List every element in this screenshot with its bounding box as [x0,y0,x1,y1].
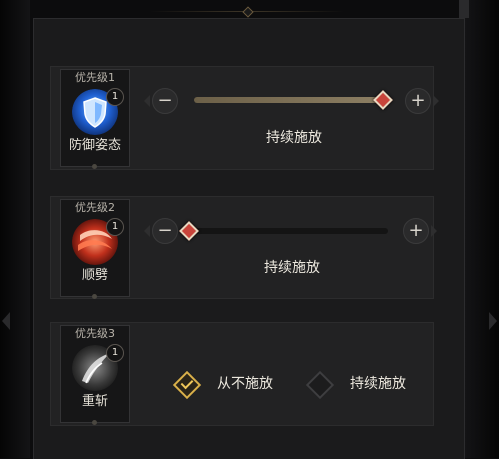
skill-level-badge: 1 [106,218,124,236]
minus-icon: − [157,220,173,241]
skill-name: 防御姿态 [68,138,121,153]
scroll-left-arrow-icon[interactable] [2,312,10,330]
priority-label: 优先级1 [75,71,115,84]
decrease-button[interactable]: − [144,218,178,244]
skill-slot-1[interactable]: 优先级1 1 防御姿态 [60,69,130,169]
slot-dot [92,164,97,169]
minus-icon: − [157,90,173,111]
always-cast-label: 持续施放 [350,376,406,392]
priority-label: 优先级2 [75,201,115,214]
checkmark-icon [180,376,194,390]
right-arrow-icon [431,225,437,237]
decrease-button[interactable]: − [144,88,178,114]
skill-level-badge: 1 [106,88,124,106]
skill-slot-3[interactable]: 优先级3 1 重斩 [60,325,130,425]
left-arrow-icon [144,95,150,107]
cast-slider-1[interactable] [194,90,393,110]
skill-name: 顺劈 [81,268,108,283]
never-cast-label: 从不施放 [217,376,273,392]
increase-button[interactable]: + [405,88,439,114]
skill-slot-2[interactable]: 优先级2 1 顺劈 [60,199,130,299]
plus-icon: + [408,220,424,241]
increase-button[interactable]: + [403,218,437,244]
slider-fill [194,97,390,103]
slot-dot [92,294,97,299]
right-arrow-icon [433,95,439,107]
cast-slider-2[interactable] [179,221,388,241]
plus-icon: + [410,90,426,111]
skill-name: 重斩 [81,394,108,409]
priority-label: 优先级3 [75,327,115,340]
scrollbar-thumb[interactable] [459,0,469,18]
background-left [0,0,30,458]
diamond-ornament-icon [242,6,254,18]
left-arrow-icon [144,225,150,237]
cast-mode-label: 持续施放 [264,260,320,276]
scroll-right-arrow-icon[interactable] [489,312,497,330]
slot-dot [92,420,97,425]
skill-level-badge: 1 [106,344,124,362]
cast-mode-label: 持续施放 [266,130,322,146]
background-right [464,0,499,458]
